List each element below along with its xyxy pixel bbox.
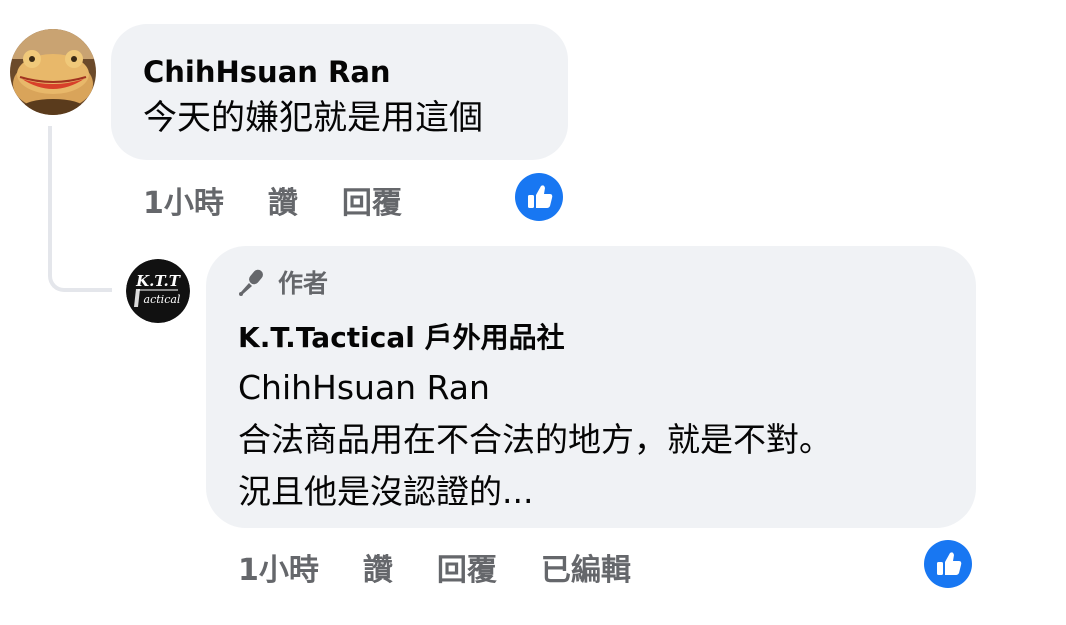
reply-actions: 1小時 讚 回覆 已編輯 (238, 545, 675, 589)
page-avatar[interactable]: K.T.T actical (126, 259, 190, 323)
microphone-icon (239, 269, 263, 296)
reply-like-button[interactable]: 讚 (363, 545, 393, 589)
comment-actions: 1小時 讚 回覆 (143, 178, 446, 222)
reply-mention[interactable]: ChihHsuan Ran (238, 362, 832, 414)
comment-bubble: ChihHsuan Ran 今天的嫌犯就是用這個 (111, 24, 568, 160)
reply-timestamp[interactable]: 1小時 (238, 545, 319, 589)
comment-text: 今天的嫌犯就是用這個 (143, 98, 483, 138)
commenter-avatar[interactable] (10, 29, 96, 115)
thread-connector-line (48, 126, 112, 292)
author-badge: 作者 (236, 264, 328, 300)
reply-like-reaction-icon[interactable] (924, 540, 972, 588)
comment-like-button[interactable]: 讚 (268, 178, 298, 222)
logo-text-top: K.T.T (135, 272, 182, 290)
frog-avatar-image (10, 29, 96, 115)
thumbs-up-icon (528, 185, 553, 208)
reply-reply-button[interactable]: 回覆 (437, 545, 497, 589)
comment-author-name[interactable]: ChihHsuan Ran (143, 55, 391, 89)
thumbs-up-icon (937, 552, 962, 575)
reply-edited-label[interactable]: 已編輯 (541, 545, 631, 589)
reply-author-name[interactable]: K.T.Tactical 戶外用品社 (238, 316, 565, 356)
logo-text-bottom: actical (144, 293, 181, 306)
reply-line-1: 合法商品用在不合法的地方，就是不對。 (238, 420, 832, 459)
comment-timestamp[interactable]: 1小時 (143, 178, 224, 222)
reply-bubble: 作者 K.T.Tactical 戶外用品社 ChihHsuan Ran 合法商品… (206, 246, 976, 528)
author-badge-label: 作者 (278, 269, 329, 298)
reply-line-2[interactable]: 況且他是沒認證的... (238, 466, 832, 518)
comment-reply-button[interactable]: 回覆 (342, 178, 402, 222)
ktt-logo-avatar: K.T.T actical (126, 259, 190, 323)
reply-text: ChihHsuan Ran 合法商品用在不合法的地方，就是不對。 況且他是沒認證… (238, 362, 832, 518)
like-reaction-icon[interactable] (515, 173, 563, 221)
